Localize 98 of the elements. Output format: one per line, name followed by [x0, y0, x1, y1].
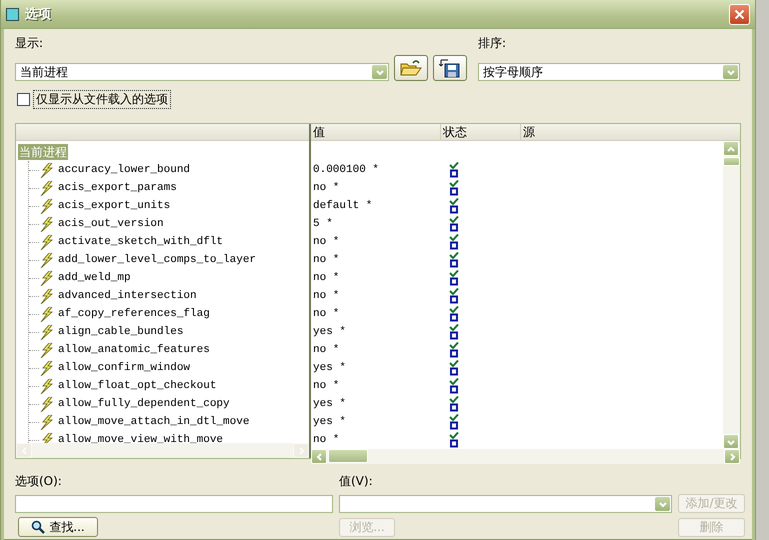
option-name[interactable]: allow_fully_dependent_copy: [58, 398, 230, 410]
scroll-down-button[interactable]: [723, 434, 739, 449]
save-file-button[interactable]: [433, 55, 467, 81]
lightning-icon: [40, 252, 54, 268]
scroll-right-button[interactable]: [293, 443, 309, 458]
option-name[interactable]: allow_float_opt_checkout: [58, 380, 216, 392]
checkbox[interactable]: [17, 93, 30, 106]
option-name[interactable]: af_copy_references_flag: [58, 308, 210, 320]
lightning-icon: [40, 270, 54, 286]
lightning-icon: [40, 360, 54, 376]
value-combo[interactable]: [339, 494, 672, 512]
option-field[interactable]: [15, 494, 333, 512]
option-name[interactable]: add_lower_level_comps_to_layer: [58, 254, 256, 266]
option-value: no *: [312, 254, 340, 266]
window-title: 选项: [25, 6, 52, 23]
lightning-icon: [40, 432, 54, 443]
horizontal-scrollbar[interactable]: [311, 449, 740, 464]
check-square-icon: [449, 234, 459, 250]
close-icon: [734, 8, 745, 20]
value-label: 值(V):: [339, 473, 374, 490]
check-square-icon: [449, 414, 459, 430]
option-name[interactable]: add_weld_mp: [58, 272, 131, 284]
option-name[interactable]: acis_export_units: [58, 200, 170, 212]
option-value: yes *: [312, 362, 348, 374]
scroll-thumb[interactable]: [723, 157, 740, 166]
lightning-icon: [40, 198, 54, 214]
floppy-disk-icon: [439, 58, 461, 78]
check-square-icon: [449, 432, 459, 448]
lightning-icon: [40, 162, 54, 178]
open-file-button[interactable]: [394, 55, 428, 81]
option-value: default *: [312, 200, 374, 212]
lightning-icon: [40, 324, 54, 340]
check-square-icon: [449, 342, 459, 358]
check-square-icon: [449, 324, 459, 340]
lightning-icon: [40, 378, 54, 394]
find-button[interactable]: 查找...: [18, 517, 98, 537]
column-header[interactable]: 状态: [441, 124, 521, 140]
check-square-icon: [449, 252, 459, 268]
option-value: no *: [312, 236, 340, 248]
option-value: no *: [312, 272, 340, 284]
display-combo[interactable]: 当前进程: [15, 63, 389, 81]
option-name[interactable]: acis_out_version: [58, 218, 164, 230]
option-value: 0.000100 *: [312, 164, 380, 176]
check-square-icon: [449, 378, 459, 394]
sort-combo[interactable]: 按字母顺序: [478, 63, 740, 81]
lightning-icon: [40, 234, 54, 250]
option-name[interactable]: allow_anatomic_features: [58, 344, 210, 356]
option-name[interactable]: allow_confirm_window: [58, 362, 190, 374]
option-value: no *: [312, 380, 340, 392]
checkbox-label[interactable]: 仅显示从文件载入的选项: [33, 90, 171, 109]
option-value: yes *: [312, 326, 348, 338]
check-square-icon: [449, 306, 459, 322]
sort-label: 排序:: [478, 35, 508, 52]
option-name[interactable]: accuracy_lower_bound: [58, 164, 190, 176]
lightning-icon: [40, 180, 54, 196]
option-name[interactable]: allow_move_attach_in_dtl_move: [58, 416, 250, 428]
search-icon: [31, 520, 46, 534]
option-value: no *: [312, 290, 340, 302]
check-square-icon: [449, 360, 459, 376]
check-square-icon: [449, 216, 459, 232]
scroll-up-button[interactable]: [723, 141, 739, 156]
option-name[interactable]: allow_move_view_with_move: [58, 434, 224, 443]
check-square-icon: [449, 288, 459, 304]
option-name[interactable]: align_cable_bundles: [58, 326, 184, 338]
lightning-icon: [40, 288, 54, 304]
lightning-icon: [40, 342, 54, 358]
option-value: no *: [312, 434, 340, 446]
option-label: 选项(O):: [15, 473, 63, 490]
lightning-icon: [40, 414, 54, 430]
option-value: no *: [312, 182, 340, 194]
option-value: no *: [312, 308, 340, 320]
column-header[interactable]: 源: [521, 124, 621, 140]
option-name[interactable]: advanced_intersection: [58, 290, 197, 302]
window-icon: [6, 8, 19, 20]
option-value: 5 *: [312, 218, 334, 230]
option-value: yes *: [312, 416, 348, 428]
check-square-icon: [449, 180, 459, 196]
scroll-thumb[interactable]: [328, 449, 368, 463]
check-square-icon: [449, 162, 459, 178]
option-name[interactable]: activate_sketch_with_dflt: [58, 236, 224, 248]
close-button[interactable]: [729, 4, 750, 24]
lightning-icon: [40, 216, 54, 232]
scroll-left-button[interactable]: [16, 443, 32, 458]
scroll-left-button[interactable]: [311, 449, 327, 464]
display-label: 显示:: [15, 35, 44, 52]
horizontal-scrollbar[interactable]: [16, 443, 309, 458]
lightning-icon: [40, 396, 54, 412]
option-value: no *: [312, 344, 340, 356]
option-value: yes *: [312, 398, 348, 410]
folder-icon: [400, 59, 422, 77]
vertical-scrollbar[interactable]: [723, 141, 740, 449]
column-header[interactable]: 值: [311, 124, 441, 140]
option-name[interactable]: acis_export_params: [58, 182, 177, 194]
lightning-icon: [40, 306, 54, 322]
check-square-icon: [449, 396, 459, 412]
scroll-right-button[interactable]: [724, 449, 740, 464]
check-square-icon: [449, 270, 459, 286]
check-square-icon: [449, 198, 459, 214]
